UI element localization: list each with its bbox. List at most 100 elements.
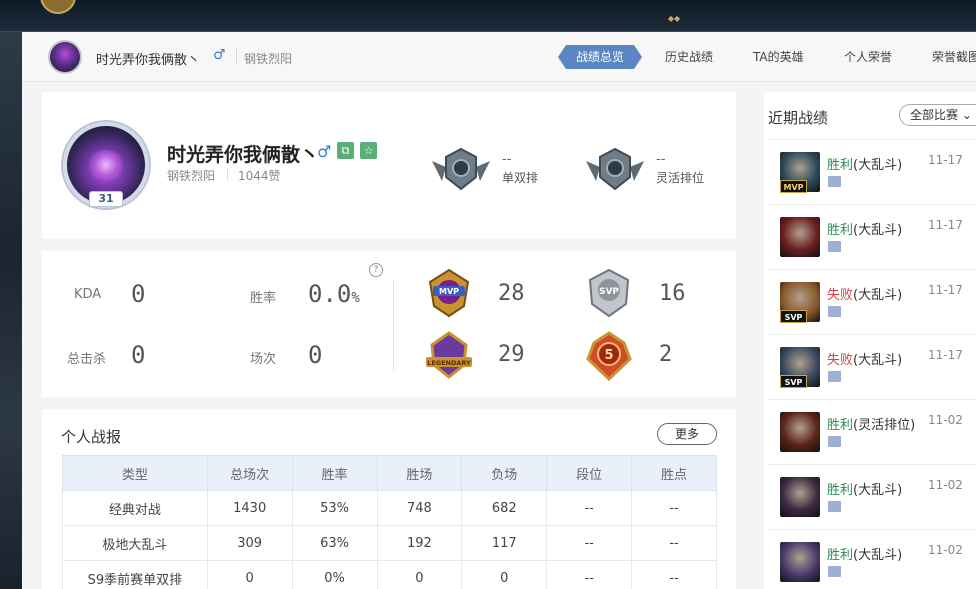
champion-portrait [780, 542, 820, 582]
image-icon[interactable] [828, 176, 841, 187]
player-likes: 1044赞 [238, 169, 281, 183]
server-divider [227, 168, 228, 180]
kda-label: KDA [74, 287, 102, 302]
table-row: 极地大乱斗 309 63% 192 117 -- -- [62, 525, 717, 561]
svg-text:MVP: MVP [439, 287, 459, 296]
table-row: S9季前赛单双排 0 0% 0 0 -- -- [62, 560, 717, 589]
match-mode: (大乱斗) [853, 288, 903, 303]
client-side-art [0, 32, 22, 589]
match-filter-dropdown[interactable]: 全部比赛 ⌄ [899, 104, 976, 126]
table-cell: 0 [461, 560, 548, 589]
avatar-glow [87, 150, 125, 180]
svp-count: 16 [659, 281, 686, 306]
games-value: 0 [308, 341, 323, 369]
star-icon[interactable]: ☆ [360, 142, 377, 159]
result-text: 胜利 [827, 483, 854, 498]
solo-rank-label: 单双排 [502, 171, 539, 185]
profile-header: 时光弄你我俩散丶 ♂ 钢铁烈阳 战绩总览 历史战绩 TA的英雄 个人荣誉 荣誉截… [22, 32, 976, 82]
match-item[interactable]: 胜利(大乱斗) 11-17 [768, 204, 976, 269]
match-result: 胜利(大乱斗) [827, 544, 902, 563]
match-item[interactable]: 胜利(大乱斗) 11-02 [768, 464, 976, 529]
table-cell: 经典对战 [62, 490, 208, 526]
header-player-name: 时光弄你我俩散丶 [96, 53, 201, 68]
recent-title: 近期战绩 [768, 109, 829, 127]
match-item[interactable]: 胜利(灵活排位) 11-02 [768, 399, 976, 464]
winrate-unit: % [351, 290, 360, 306]
flex-rank-label: 灵活排位 [656, 171, 705, 185]
table-cell: 0 [206, 560, 293, 589]
match-date: 11-02 [928, 543, 963, 557]
match-result: 失败(大乱斗) [827, 349, 902, 368]
table-cell: 63% [291, 525, 378, 561]
tab-champions[interactable]: TA的英雄 [753, 45, 804, 69]
male-icon: ♂ [213, 47, 226, 63]
mvp-count: 28 [498, 281, 525, 306]
table-row: 经典对战 1430 53% 748 682 -- -- [62, 490, 717, 526]
solo-rank-value: -- [502, 152, 512, 167]
match-mode: (大乱斗) [853, 353, 903, 368]
image-icon[interactable] [828, 566, 841, 577]
tab-screenshots[interactable]: 荣誉截图 [932, 45, 976, 69]
result-text: 胜利 [827, 548, 854, 563]
recent-matches-panel: 近期战绩 全部比赛 ⌄ MVP 胜利(大乱斗) 11-17 胜利(大乱斗) 11-17 S… [764, 92, 976, 589]
report-card: 个人战报 更多 类型 总场次 胜率 胜场 负场 段位 胜点 经典对战 1430 53… [42, 409, 736, 589]
match-date: 11-02 [928, 413, 963, 427]
tab-overview[interactable]: 战绩总览 [558, 45, 642, 69]
tab-honors[interactable]: 个人荣誉 [844, 45, 892, 69]
table-cell: 极地大乱斗 [62, 525, 208, 561]
report-table: 类型 总场次 胜率 胜场 负场 段位 胜点 经典对战 1430 53% 748 682-… [62, 455, 717, 589]
table-cell: 53% [291, 490, 378, 526]
match-date: 11-17 [928, 218, 963, 232]
question-icon[interactable]: ? [369, 263, 383, 277]
col-losses: 负场 [461, 455, 548, 491]
match-mode: (大乱斗) [853, 483, 903, 498]
tab-history[interactable]: 历史战绩 [665, 45, 713, 69]
unranked-emblem-icon [432, 147, 490, 191]
client-top-nav: ◆◆ [0, 0, 976, 32]
image-icon[interactable] [828, 241, 841, 252]
image-icon[interactable] [828, 306, 841, 317]
table-cell: S9季前赛单双排 [62, 560, 208, 589]
stats-card: KDA 0 胜率 0.0% ? 总击杀 0 场次 0 MVP 28 SVP 16… [42, 251, 736, 397]
match-item[interactable]: 胜利(大乱斗) 11-02 [768, 529, 976, 589]
kills-value: 0 [131, 341, 146, 369]
unranked-emblem-icon [586, 147, 644, 191]
legendary-count: 29 [498, 342, 525, 367]
nav-active-marker-icon: ◆◆ [667, 14, 681, 23]
result-text: 失败 [827, 288, 854, 303]
header-server: 钢铁烈阳 [244, 52, 293, 66]
match-date: 11-17 [928, 348, 963, 362]
winrate-value: 0.0% [308, 280, 360, 308]
mvp-tag: MVP [780, 180, 807, 193]
champion-portrait [780, 477, 820, 517]
champion-portrait [780, 217, 820, 257]
mvp-badge-icon: MVP [428, 268, 470, 318]
image-icon[interactable] [828, 501, 841, 512]
copy-icon[interactable]: ⧉ [337, 142, 354, 159]
match-result: 失败(大乱斗) [827, 284, 902, 303]
table-cell: 682 [461, 490, 548, 526]
table-cell: 748 [376, 490, 463, 526]
kills-label: 总击杀 [67, 352, 107, 367]
match-result: 胜利(大乱斗) [827, 219, 902, 238]
col-lp: 胜点 [631, 455, 717, 491]
chevron-down-icon: ⌄ [961, 108, 972, 122]
match-result: 胜利(大乱斗) [827, 479, 902, 498]
pentakill-badge-icon: 5 [586, 331, 632, 381]
table-cell: 0% [291, 560, 378, 589]
more-button[interactable]: 更多 [657, 423, 717, 445]
image-icon[interactable] [828, 371, 841, 382]
svg-text:SVP: SVP [599, 287, 619, 297]
player-server: 钢铁烈阳 [167, 169, 216, 183]
match-item[interactable]: SVP 失败(大乱斗) 11-17 [768, 269, 976, 334]
match-item[interactable]: SVP 失败(大乱斗) 11-17 [768, 334, 976, 399]
match-mode: (灵活排位) [853, 418, 916, 433]
match-item[interactable]: MVP 胜利(大乱斗) 11-17 [768, 139, 976, 204]
image-icon[interactable] [828, 436, 841, 447]
header-avatar[interactable] [48, 40, 82, 74]
match-result: 胜利(大乱斗) [827, 154, 902, 173]
stats-divider [393, 279, 394, 371]
svg-text:5: 5 [604, 348, 613, 363]
table-cell: -- [546, 490, 633, 526]
male-icon: ♂ [317, 142, 332, 161]
